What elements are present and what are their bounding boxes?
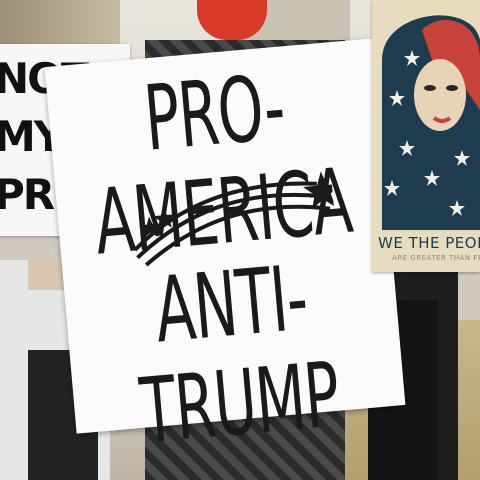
main-protest-sign: PRO-AMERICA ANTI-TRUMP	[44, 38, 406, 464]
sign-line-anti-trump: ANTI-TRUMP	[136, 245, 343, 465]
poster-caption: WE THE PEOPLE	[378, 234, 480, 252]
red-scarf	[197, 0, 267, 40]
poster-subcaption: ARE GREATER THAN FEAR	[392, 254, 480, 262]
we-the-people-poster: WE THE PEOPLE ARE GREATER THAN FEAR	[372, 0, 480, 272]
protest-photo: NOT MY PRESI PRO-AMERICA ANTI-TRUMP	[0, 0, 480, 480]
portrait-illustration	[372, 0, 480, 230]
